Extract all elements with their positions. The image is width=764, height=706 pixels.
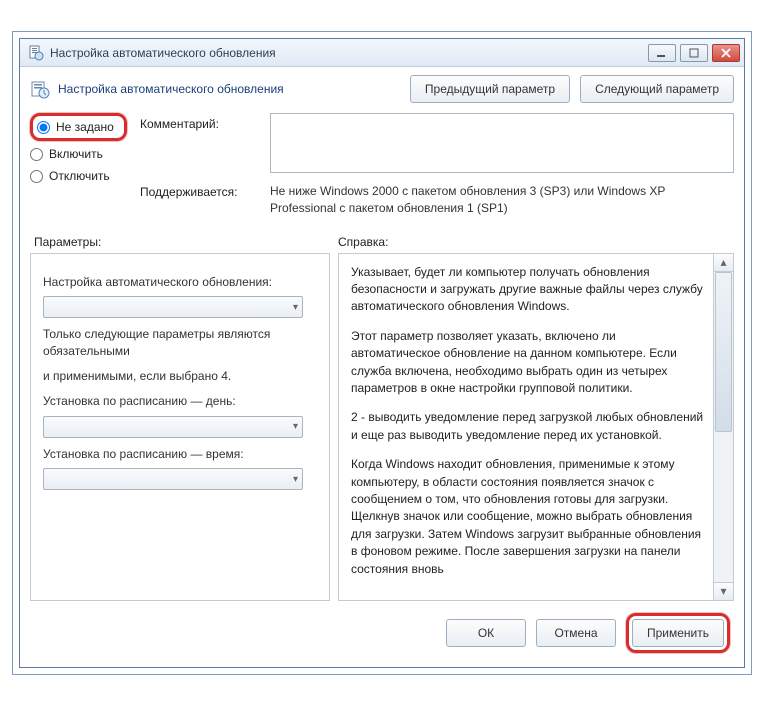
settings-icon (30, 79, 50, 99)
chevron-down-icon: ▾ (293, 302, 298, 313)
help-paragraph: 2 - выводить уведомление перед загрузкой… (351, 409, 707, 444)
cancel-button[interactable]: Отмена (536, 619, 616, 647)
param-day-label: Установка по расписанию — день: (43, 393, 317, 410)
scroll-thumb[interactable] (715, 272, 732, 432)
chevron-down-icon: ▾ (293, 474, 298, 485)
policy-icon (28, 45, 44, 61)
maximize-button[interactable] (680, 44, 708, 62)
help-paragraph: Этот параметр позволяет указать, включен… (351, 328, 707, 398)
params-section-label: Параметры: (30, 235, 330, 249)
scroll-track[interactable] (714, 272, 733, 582)
ok-button[interactable]: ОК (446, 619, 526, 647)
close-button[interactable] (712, 44, 740, 62)
radio-disabled[interactable]: Отключить (30, 169, 130, 183)
state-radio-group: Не задано Включить Отключить (30, 113, 130, 225)
apply-button[interactable]: Применить (632, 619, 724, 647)
help-paragraph: Когда Windows находит обновления, примен… (351, 456, 707, 578)
config-dropdown[interactable]: ▾ (43, 296, 303, 318)
apply-button-highlight: Применить (626, 613, 730, 653)
supported-label: Поддерживается: (140, 181, 260, 217)
dialog-header: Настройка автоматического обновления (58, 82, 284, 96)
radio-not-configured[interactable]: Не задано (37, 120, 114, 134)
comment-input[interactable] (270, 113, 734, 173)
radio-enabled[interactable]: Включить (30, 147, 130, 161)
param-config-label: Настройка автоматического обновления: (43, 274, 317, 291)
param-note-2: и применимыми, если выбрано 4. (43, 368, 317, 385)
help-panel-wrap: Указывает, будет ли компьютер получать о… (338, 253, 734, 601)
radio-not-configured-label: Не задано (56, 120, 114, 134)
dialog-footer: ОК Отмена Применить (30, 601, 734, 657)
time-dropdown[interactable]: ▾ (43, 468, 303, 490)
minimize-button[interactable] (648, 44, 676, 62)
param-note-1: Только следующие параметры являются обяз… (43, 326, 317, 360)
radio-disabled-label: Отключить (49, 169, 110, 183)
radio-enabled-label: Включить (49, 147, 103, 161)
help-panel: Указывает, будет ли компьютер получать о… (338, 253, 714, 601)
comment-label: Комментарий: (140, 113, 260, 173)
help-scrollbar[interactable]: ▴ ▾ (714, 253, 734, 601)
radio-not-configured-input[interactable] (37, 121, 50, 134)
radio-enabled-input[interactable] (30, 148, 43, 161)
scroll-up-button[interactable]: ▴ (714, 254, 733, 272)
prev-param-button[interactable]: Предыдущий параметр (410, 75, 570, 103)
day-dropdown[interactable]: ▾ (43, 416, 303, 438)
help-section-label: Справка: (330, 235, 734, 249)
policy-dialog: Настройка автоматического обновления Нас… (19, 38, 745, 668)
supported-text: Не ниже Windows 2000 с пакетом обновлени… (270, 181, 734, 217)
chevron-down-icon: ▾ (293, 421, 298, 432)
param-time-label: Установка по расписанию — время: (43, 446, 317, 463)
radio-disabled-input[interactable] (30, 170, 43, 183)
scroll-down-button[interactable]: ▾ (714, 582, 733, 600)
radio-not-configured-highlight: Не задано (30, 113, 127, 141)
params-panel: Настройка автоматического обновления: ▾ … (30, 253, 330, 601)
window-title: Настройка автоматического обновления (50, 46, 276, 60)
titlebar: Настройка автоматического обновления (20, 39, 744, 67)
next-param-button[interactable]: Следующий параметр (580, 75, 734, 103)
help-paragraph: Указывает, будет ли компьютер получать о… (351, 264, 707, 316)
